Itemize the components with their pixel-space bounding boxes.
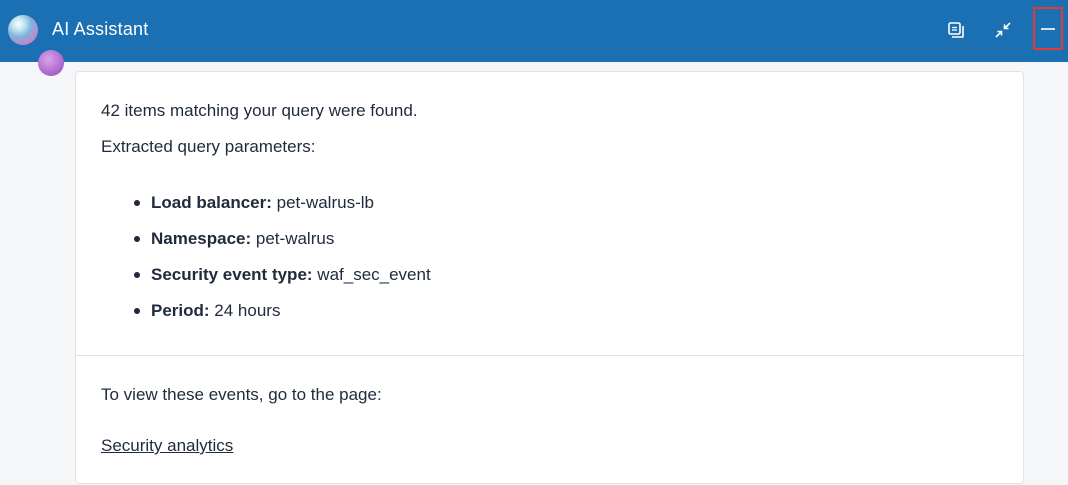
navigation-hint: To view these events, go to the page: [101, 385, 382, 404]
minimize-icon [1041, 27, 1055, 30]
popout-button[interactable] [941, 15, 971, 45]
card-divider [76, 355, 1023, 356]
param-period: Period: 24 hours [134, 301, 431, 337]
param-value: 24 hours [209, 301, 281, 320]
query-params-list: Load balancer: pet-walrus-lb Namespace: … [134, 193, 431, 337]
minimize-button[interactable] [1033, 7, 1063, 50]
assistant-message-card: 42 items matching your query were found.… [75, 71, 1024, 484]
param-key: Load balancer: [151, 193, 272, 212]
assistant-header: AI Assistant [0, 0, 1068, 62]
assistant-logo-icon [8, 15, 38, 45]
assistant-avatar [38, 50, 64, 76]
param-key: Period: [151, 301, 210, 320]
result-summary: 42 items matching your query were found. [101, 101, 418, 120]
popout-icon [948, 22, 964, 38]
security-analytics-link[interactable]: Security analytics [101, 436, 233, 456]
collapse-button[interactable] [988, 15, 1018, 45]
params-heading: Extracted query parameters: [101, 137, 316, 156]
param-value: pet-walrus [251, 229, 335, 248]
param-key: Security event type: [151, 265, 313, 284]
assistant-title: AI Assistant [52, 19, 149, 39]
param-value: waf_sec_event [312, 265, 431, 284]
param-security-event-type: Security event type: waf_sec_event [134, 265, 431, 301]
param-load-balancer: Load balancer: pet-walrus-lb [134, 193, 431, 229]
param-namespace: Namespace: pet-walrus [134, 229, 431, 265]
param-key: Namespace: [151, 229, 252, 248]
param-value: pet-walrus-lb [271, 193, 374, 212]
collapse-icon [995, 22, 1011, 38]
